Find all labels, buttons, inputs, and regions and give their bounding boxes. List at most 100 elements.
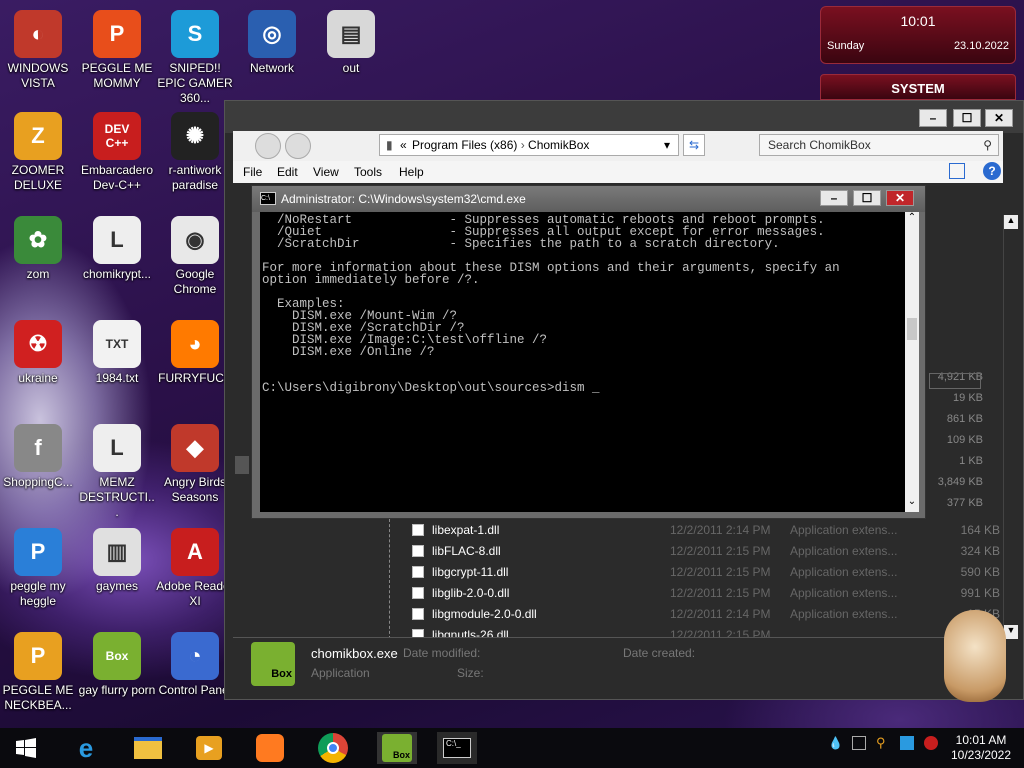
chomikbox-taskbar-icon[interactable]: Box bbox=[377, 732, 417, 764]
taskbar-clock[interactable]: 10:01 AM 10/23/2022 bbox=[946, 733, 1016, 763]
menu-file[interactable]: File bbox=[243, 165, 262, 179]
scroll-down-icon[interactable]: ⌄ bbox=[905, 496, 919, 507]
uc-browser-icon[interactable] bbox=[250, 732, 290, 764]
date-created-label: Date created: bbox=[623, 646, 696, 660]
file-row[interactable]: libexpat-1.dll 12/2/2011 2:14 PM Applicati… bbox=[390, 519, 1000, 540]
desktop-icon[interactable]: Lchomikrypt... bbox=[78, 216, 156, 282]
desktop-icon-label: Angry Birds Seasons bbox=[163, 475, 227, 504]
desktop-icon[interactable]: DEV C++ Embarcadero Dev-C++ bbox=[78, 112, 156, 193]
desktop-icon-label: FURRYFUCK bbox=[158, 371, 232, 385]
start-button[interactable] bbox=[6, 732, 46, 764]
cmd-scrollbar[interactable]: ⌃ ⌄ bbox=[905, 212, 919, 512]
scroll-up-icon[interactable]: ⌃ bbox=[905, 212, 919, 223]
desktop-icon[interactable]: ◉ Google Chrome bbox=[156, 216, 234, 297]
file-row[interactable]: libFLAC-8.dll 12/2/2011 2:15 PM Applicatio… bbox=[390, 540, 1000, 561]
desktop-icon-label: Adobe Reader XI bbox=[156, 579, 234, 608]
file-explorer-icon[interactable] bbox=[128, 732, 168, 764]
preview-pane-icon[interactable] bbox=[949, 163, 965, 179]
gadget-time: 10:01 bbox=[900, 13, 936, 29]
minimize-button[interactable]: – bbox=[919, 109, 947, 127]
size-label: Size: bbox=[457, 666, 484, 680]
desktop-icon-image: Z bbox=[14, 112, 62, 160]
cmd-titlebar[interactable]: C:\ Administrator: C:\Windows\system32\c… bbox=[252, 186, 925, 212]
address-prefix: « bbox=[400, 138, 407, 152]
desktop-icon[interactable]: ◔ Control Panel bbox=[156, 632, 234, 698]
drop-icon[interactable]: 💧 bbox=[828, 736, 843, 750]
forward-button[interactable] bbox=[285, 133, 311, 159]
desktop-icon[interactable]: ◎ Network bbox=[233, 10, 311, 76]
desktop-icon-label: 1984.txt bbox=[95, 371, 139, 385]
desktop-icon[interactable]: f ShoppingC... bbox=[0, 424, 77, 490]
file-size: 991 KB bbox=[960, 586, 1000, 600]
file-date: 12/2/2011 2:14 PM bbox=[670, 607, 771, 621]
back-button[interactable] bbox=[255, 133, 281, 159]
desktop-icon[interactable]: ✿ zom bbox=[0, 216, 77, 282]
explorer-titlebar[interactable]: – ☐ ✕ bbox=[225, 101, 1023, 133]
maximize-button[interactable]: ☐ bbox=[953, 109, 981, 127]
menu-edit[interactable]: Edit bbox=[277, 165, 298, 179]
system-gadget: SYSTEM bbox=[820, 74, 1016, 100]
desktop-icon-image: A bbox=[171, 528, 219, 576]
address-part[interactable]: ChomikBox bbox=[528, 138, 589, 152]
menu-help[interactable]: Help bbox=[399, 165, 424, 179]
file-row[interactable]: libglib-2.0-0.dll 12/2/2011 2:15 PM Applic… bbox=[390, 582, 1000, 603]
close-button[interactable]: ✕ bbox=[985, 109, 1013, 127]
cmd-maximize-button[interactable]: ☐ bbox=[853, 190, 881, 206]
desktop-icon[interactable]: ▤ out bbox=[312, 10, 390, 76]
desktop-icon[interactable]: TXT 1984.txt bbox=[78, 320, 156, 386]
desktop-icon[interactable]: Ppeggle my heggle bbox=[0, 528, 77, 609]
file-row[interactable]: libgcrypt-11.dll 12/2/2011 2:15 PM Applica… bbox=[390, 561, 1000, 582]
scroll-up-icon[interactable]: ▲ bbox=[1004, 215, 1018, 229]
desktop-icon-image: ☢ bbox=[14, 320, 62, 368]
desktop-icon-image: ◔ bbox=[171, 632, 219, 680]
taskbar: e ▶ Box C:\_ 💧 ⚲ 10:01 AM 10/23/2022 bbox=[0, 728, 1024, 768]
desktop-icon[interactable]: ◕ FURRYFUCK bbox=[156, 320, 234, 386]
desktop-icon[interactable]: A Adobe Reader XI bbox=[156, 528, 234, 609]
search-icon[interactable]: ⚲ bbox=[983, 135, 992, 155]
address-part[interactable]: Program Files (x86) bbox=[412, 138, 517, 152]
splitter-handle[interactable] bbox=[235, 456, 249, 474]
desktop-icon[interactable]: L MEMZ DESTRUCTI... bbox=[78, 424, 156, 520]
scroll-down-icon[interactable]: ▼ bbox=[1004, 625, 1018, 639]
desktop-icon[interactable]: ◐ WINDOWS VISTA bbox=[0, 10, 77, 91]
cmd-minimize-button[interactable]: – bbox=[820, 190, 848, 206]
network-icon[interactable] bbox=[852, 736, 866, 750]
desktop-icon-image: ✺ bbox=[171, 112, 219, 160]
internet-explorer-icon[interactable]: e bbox=[66, 732, 106, 764]
desktop-icon[interactable]: S SNIPED!! EPIC GAMER 360... bbox=[156, 10, 234, 106]
address-bar[interactable]: ▮ « Program Files (x86) › ChomikBox ▾ bbox=[379, 134, 679, 156]
menu-tools[interactable]: Tools bbox=[354, 165, 382, 179]
cmd-close-button[interactable]: ✕ bbox=[886, 190, 914, 206]
desktop-icon-image: L bbox=[93, 216, 141, 264]
display-icon[interactable] bbox=[900, 736, 914, 750]
file-row[interactable]: libgmodule-2.0-0.dll 12/2/2011 2:14 PM App… bbox=[390, 603, 1000, 624]
menu-bar: File Edit View Tools Help ? bbox=[233, 161, 1003, 183]
file-date: 12/2/2011 2:14 PM bbox=[670, 523, 771, 537]
search-input[interactable]: Search ChomikBox ⚲ bbox=[759, 134, 999, 156]
desktop-icon[interactable]: ◆ Angry Birds Seasons bbox=[156, 424, 234, 505]
desktop-icon[interactable]: ☢ ukraine bbox=[0, 320, 77, 386]
desktop-icon[interactable]: P PEGGLE ME MOMMY bbox=[78, 10, 156, 91]
media-player-icon[interactable]: ▶ bbox=[189, 732, 229, 764]
desktop-icon[interactable]: Box gay flurry porn bbox=[78, 632, 156, 698]
console-output[interactable]: /NoRestart - Suppresses automatic reboot… bbox=[260, 212, 905, 512]
desktop-icon-image: S bbox=[171, 10, 219, 58]
refresh-icon[interactable]: ⇆ bbox=[683, 134, 705, 156]
desktop-icon[interactable]: ▥ gaymes bbox=[78, 528, 156, 594]
search-tray-icon[interactable]: ⚲ bbox=[876, 736, 890, 750]
scroll-thumb[interactable] bbox=[907, 318, 917, 340]
cmd-taskbar-icon[interactable]: C:\_ bbox=[437, 732, 477, 764]
desktop-icon[interactable]: ✺ r-antiwork paradise bbox=[156, 112, 234, 193]
chevron-down-icon[interactable]: ▾ bbox=[664, 135, 670, 155]
desktop-icon[interactable]: Z ZOOMER DELUXE bbox=[0, 112, 77, 193]
chrome-icon[interactable] bbox=[313, 732, 353, 764]
chomikbox-icon: Box bbox=[251, 642, 295, 686]
explorer-scrollbar[interactable]: ▲ ▼ bbox=[1003, 215, 1018, 639]
menu-view[interactable]: View bbox=[313, 165, 339, 179]
tray-app-icon[interactable] bbox=[924, 736, 938, 750]
file-date: 12/2/2011 2:15 PM bbox=[670, 544, 771, 558]
desktop-icon[interactable]: P PEGGLE ME NECKBEA... bbox=[0, 632, 77, 713]
help-icon[interactable]: ? bbox=[983, 162, 1001, 180]
